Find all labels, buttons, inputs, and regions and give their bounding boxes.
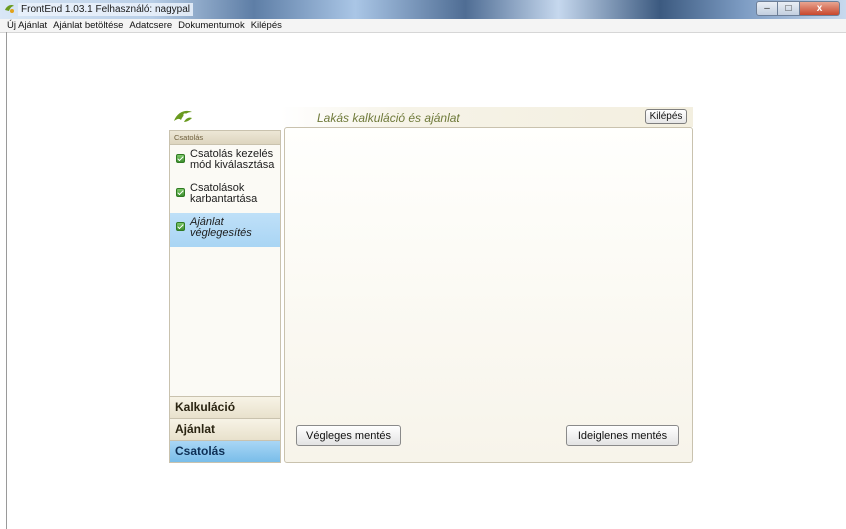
window-controls: – □ x xyxy=(756,1,840,17)
menu-item-documents[interactable]: Dokumentumok xyxy=(175,19,248,32)
menu-item-exit[interactable]: Kilépés xyxy=(248,19,285,32)
sidebar-header: Csatolás xyxy=(170,131,280,145)
window-left-border xyxy=(6,32,7,529)
app-logo-icon xyxy=(5,5,14,13)
main-panel: Lakás kalkuláció és ajánlat Kilépés Csat… xyxy=(169,107,693,463)
final-save-button[interactable]: Végleges mentés xyxy=(296,425,401,446)
exit-button[interactable]: Kilépés xyxy=(645,109,687,124)
step-attachment-maintenance[interactable]: Csatolások karbantartása xyxy=(170,179,280,213)
menu-item-new-offer[interactable]: Új Ajánlat xyxy=(4,19,50,32)
sidebar-sections: Kalkuláció Ajánlat Csatolás xyxy=(170,396,280,462)
checkmark-icon xyxy=(176,188,185,197)
window-title: FrontEnd 1.03.1 Felhasználó: nagypal xyxy=(18,3,193,16)
step-offer-finalization[interactable]: Ajánlat véglegesítés xyxy=(170,213,280,247)
checkmark-icon xyxy=(176,154,185,163)
temporary-save-button[interactable]: Ideiglenes mentés xyxy=(566,425,679,446)
checkmark-icon xyxy=(176,222,185,231)
maximize-button[interactable]: □ xyxy=(778,1,800,16)
content-area: Végleges mentés Ideiglenes mentés xyxy=(284,127,693,463)
menu-bar: Új Ajánlat Ajánlat betöltése Adatcsere D… xyxy=(0,19,846,33)
step-label: Csatolások karbantartása xyxy=(190,182,258,205)
step-label: Ajánlat véglegesítés xyxy=(190,216,252,239)
menu-item-load-offer[interactable]: Ajánlat betöltése xyxy=(50,19,126,32)
menu-item-data-exchange[interactable]: Adatcsere xyxy=(126,19,175,32)
close-button[interactable]: x xyxy=(800,1,840,16)
section-offer[interactable]: Ajánlat xyxy=(170,418,280,440)
step-attachment-mode[interactable]: Csatolás kezelés mód kiválasztása xyxy=(170,145,280,179)
section-attachment[interactable]: Csatolás xyxy=(170,440,280,462)
section-calculation[interactable]: Kalkuláció xyxy=(170,396,280,418)
wizard-sidebar: Csatolás Csatolás kezelés mód kiválasztá… xyxy=(169,130,281,463)
brand-logo-icon xyxy=(174,110,192,122)
minimize-button[interactable]: – xyxy=(756,1,778,16)
step-label: Csatolás kezelés mód kiválasztása xyxy=(190,148,275,171)
window-titlebar[interactable]: FrontEnd 1.03.1 Felhasználó: nagypal – □… xyxy=(0,0,846,19)
panel-title: Lakás kalkuláció és ajánlat xyxy=(317,111,460,125)
